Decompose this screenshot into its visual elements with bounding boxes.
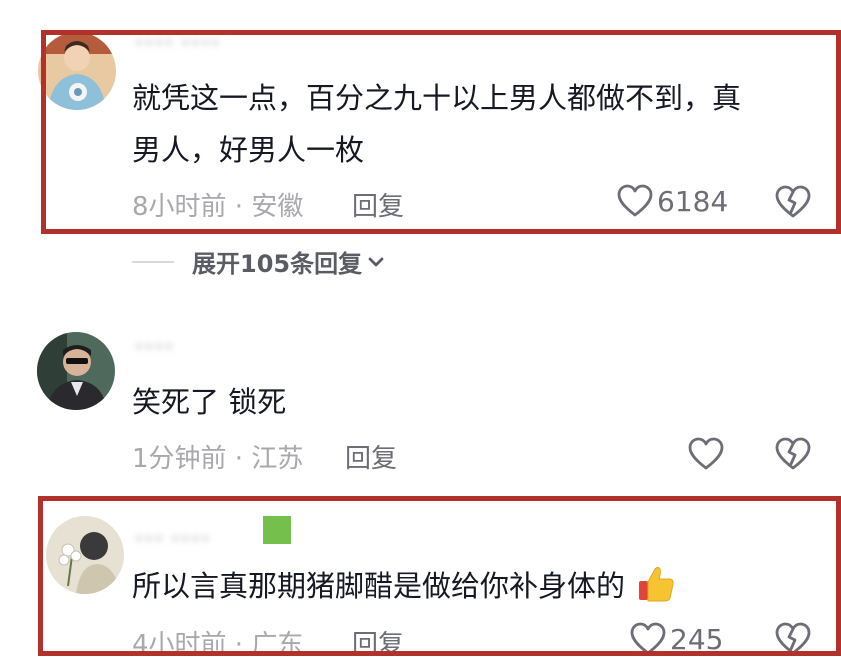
expand-replies-label: 展开105条回复: [192, 250, 363, 278]
avatar[interactable]: [37, 332, 115, 410]
broken-heart-icon: [775, 437, 811, 470]
expand-replies-button[interactable]: 展开105条回复: [132, 244, 386, 279]
comment-item: **** 笑死了 锁死 1分钟前 · 江苏 回复: [0, 320, 841, 490]
heart-outline-icon: [688, 437, 724, 470]
reply-button[interactable]: 回复: [345, 438, 397, 475]
comment-item: *** **** 所以言真那期猪脚醋是做给你补身体的 4小时前 · 广东 回复 …: [0, 496, 841, 660]
highlight-frame: [38, 496, 841, 656]
username[interactable]: ****: [134, 338, 174, 362]
like-button[interactable]: [688, 437, 724, 471]
dislike-button[interactable]: [775, 437, 811, 475]
comment-item: **** **** 就凭这一点，百分之九十以上男人都做不到，真 男人，好男人一枚…: [0, 0, 841, 290]
comment-text: 笑死了 锁死: [132, 385, 287, 419]
divider: [132, 260, 174, 263]
comment-time-location: 1分钟前 · 江苏: [132, 444, 304, 474]
highlight-frame: [41, 30, 841, 234]
chevron-down-icon: [368, 257, 384, 266]
